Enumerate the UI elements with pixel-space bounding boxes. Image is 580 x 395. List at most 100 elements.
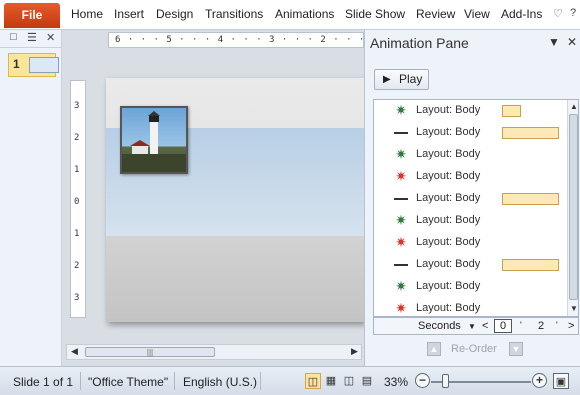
animation-pane: Animation Pane ▼ ✕ ▶ Play ✷ Layout: Body… — [364, 30, 580, 366]
minimize-ribbon-icon[interactable]: ♡ — [553, 7, 563, 20]
animation-list: ✷ Layout: Body Layout: Body ✷ Layout: Bo… — [373, 99, 579, 317]
scroll-thumb[interactable] — [569, 114, 578, 300]
tab-insert[interactable]: Insert — [114, 7, 144, 21]
star-effect-icon: ✷ — [395, 146, 407, 162]
scroll-left-icon[interactable]: ◀ — [71, 346, 78, 357]
effect-label: Layout: Body — [416, 258, 481, 270]
divider — [80, 372, 81, 390]
star-effect-icon: ✷ — [395, 234, 407, 250]
status-bar: Slide 1 of 1 "Office Theme" English (U.S… — [0, 366, 580, 395]
lighthouse-image — [122, 111, 186, 172]
list-item[interactable]: Layout: Body — [374, 188, 566, 210]
play-icon: ▶ — [383, 74, 391, 85]
move-up-icon[interactable]: ▲ — [427, 342, 441, 356]
effect-label: Layout: Body — [416, 148, 481, 160]
language[interactable]: English (U.S.) — [183, 375, 257, 389]
timing-bar[interactable] — [502, 127, 559, 139]
effect-label: Layout: Body — [416, 126, 481, 138]
list-item[interactable]: ✷ Layout: Body — [374, 144, 566, 166]
slides-tab-icon[interactable]: □ — [10, 31, 17, 43]
timeline-two: 2 — [538, 320, 545, 332]
ruler-tick: 3 — [74, 293, 80, 303]
vertical-scrollbar[interactable]: ▲ ▼ — [567, 100, 578, 316]
timeline-forward-icon[interactable]: > — [568, 320, 574, 332]
effect-label: Layout: Body — [416, 214, 481, 226]
zoom-slider-knob[interactable] — [442, 374, 449, 388]
horizontal-scrollbar[interactable]: ◀ ||| ▶ — [66, 344, 362, 360]
normal-view-icon[interactable]: ◫ — [305, 373, 321, 389]
scroll-right-icon[interactable]: ▶ — [351, 346, 358, 357]
motion-path-icon — [394, 264, 408, 266]
scroll-down-icon[interactable]: ▼ — [570, 304, 578, 313]
slide-thumbnail[interactable]: 1 — [8, 53, 59, 77]
timeline-back-icon[interactable]: < — [482, 320, 488, 332]
pane-tabs: □ ☰ ✕ — [0, 30, 62, 48]
play-button[interactable]: ▶ Play — [374, 69, 429, 90]
motion-path-icon — [394, 132, 408, 134]
move-down-icon[interactable]: ▼ — [509, 342, 523, 356]
motion-path-icon — [394, 198, 408, 200]
star-effect-icon: ✷ — [395, 278, 407, 294]
outline-tab-icon[interactable]: ☰ — [27, 31, 37, 44]
slide-show-icon[interactable]: ▤ — [359, 373, 375, 389]
ruler-tick: 3 — [74, 101, 80, 111]
timing-bar[interactable] — [502, 193, 559, 205]
seconds-dropdown-icon[interactable]: ▼ — [468, 322, 476, 331]
list-item[interactable]: ✷ Layout: Body — [374, 210, 566, 232]
help-icon[interactable]: ? — [570, 7, 576, 19]
slide-number: 1 — [13, 57, 20, 71]
fit-to-window-icon[interactable]: ▣ — [553, 373, 569, 389]
reorder-control: ▲ Re-Order ▼ — [427, 341, 527, 359]
close-pane-icon[interactable]: ✕ — [46, 31, 55, 44]
list-item[interactable]: Layout: Body — [374, 122, 566, 144]
close-icon[interactable]: ✕ — [567, 35, 577, 49]
ribbon-tab-bar: File Home Insert Design Transitions Anim… — [0, 0, 580, 30]
list-item[interactable]: ✷ Layout: Body — [374, 232, 566, 254]
divider — [174, 372, 175, 390]
timing-bar[interactable] — [502, 259, 559, 271]
slide-sorter-icon[interactable]: ▦ — [323, 373, 339, 389]
tab-add-ins[interactable]: Add-Ins — [501, 7, 542, 21]
theme-name[interactable]: "Office Theme" — [88, 375, 168, 389]
zoom-out-button[interactable]: − — [415, 373, 430, 388]
reading-view-icon[interactable]: ◫ — [341, 373, 357, 389]
tab-design[interactable]: Design — [156, 7, 193, 21]
divider — [260, 372, 261, 390]
list-item[interactable]: Layout: Body — [374, 254, 566, 276]
tab-transitions[interactable]: Transitions — [205, 7, 263, 21]
tab-review[interactable]: Review — [416, 7, 455, 21]
lighthouse-picture[interactable] — [120, 106, 188, 174]
animation-pane-title: Animation Pane — [370, 35, 469, 51]
tab-home[interactable]: Home — [71, 7, 103, 21]
effect-label: Layout: Body — [416, 236, 481, 248]
effect-label: Layout: Body — [416, 170, 481, 182]
star-effect-icon: ✷ — [395, 168, 407, 184]
tab-animations[interactable]: Animations — [275, 7, 334, 21]
pane-menu-icon[interactable]: ▼ — [548, 35, 560, 49]
timeline-tick: ' — [520, 320, 522, 330]
list-item[interactable]: ✷ Layout: Body — [374, 298, 566, 316]
slide-canvas[interactable] — [106, 78, 364, 322]
effect-label: Layout: Body — [416, 302, 481, 314]
star-effect-icon: ✷ — [395, 102, 407, 118]
scroll-thumb[interactable]: ||| — [85, 347, 215, 357]
effect-label: Layout: Body — [416, 104, 481, 116]
tab-slide-show[interactable]: Slide Show — [345, 7, 405, 21]
timing-bar[interactable] — [502, 105, 521, 117]
list-item[interactable]: ✷ Layout: Body — [374, 100, 566, 122]
list-item[interactable]: ✷ Layout: Body — [374, 166, 566, 188]
ruler-tick: 1 — [74, 229, 80, 239]
zoom-level[interactable]: 33% — [384, 375, 408, 389]
scroll-up-icon[interactable]: ▲ — [570, 102, 578, 111]
tab-view[interactable]: View — [464, 7, 490, 21]
seconds-dropdown[interactable]: Seconds — [418, 320, 461, 332]
zoom-in-button[interactable]: + — [532, 373, 547, 388]
list-item[interactable]: ✷ Layout: Body — [374, 276, 566, 298]
star-effect-icon: ✷ — [395, 300, 407, 316]
slide-thumbnail-preview — [29, 57, 59, 73]
file-tab[interactable]: File — [4, 3, 60, 28]
ruler-tick: 2 — [74, 261, 80, 271]
play-label: Play — [399, 72, 423, 86]
slide-gray-band — [106, 236, 364, 322]
slide-count: Slide 1 of 1 — [13, 375, 74, 389]
